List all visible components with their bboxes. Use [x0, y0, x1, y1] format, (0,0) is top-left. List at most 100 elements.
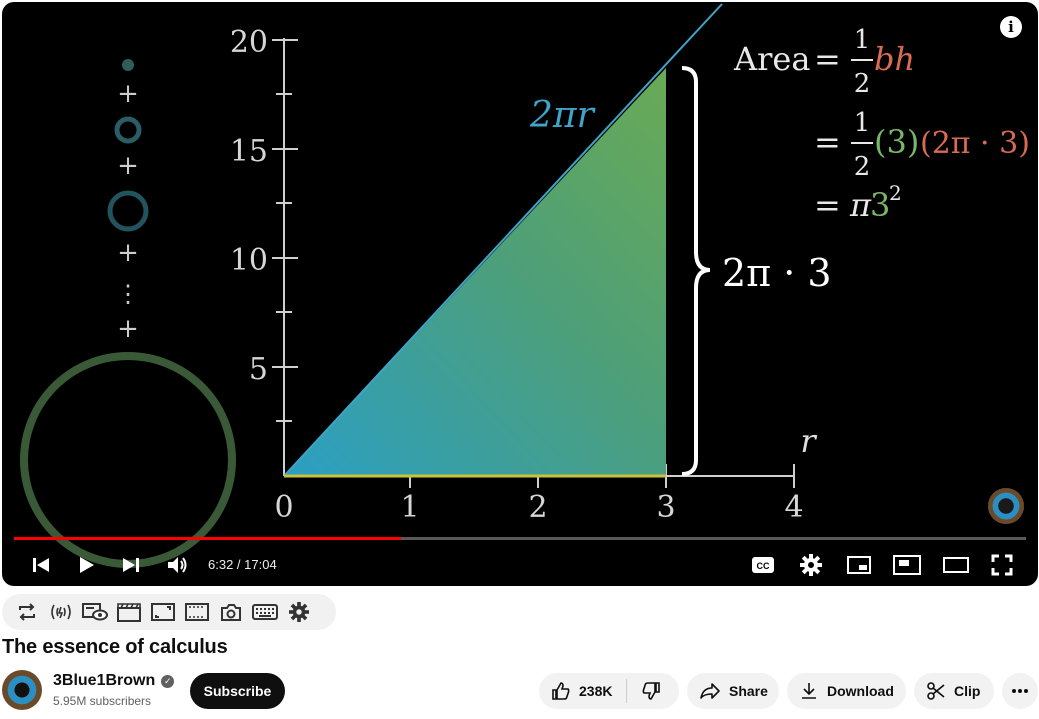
- svg-text:⋮: ⋮: [116, 280, 140, 308]
- share-button[interactable]: Share: [687, 673, 779, 709]
- like-count: 238K: [579, 683, 613, 699]
- y-tick-15: 15: [230, 134, 268, 169]
- eq3-equals: =: [814, 186, 841, 224]
- share-label: Share: [729, 683, 768, 699]
- eq1-equals: =: [814, 40, 841, 78]
- theater-icon: [943, 557, 969, 573]
- channel-watermark[interactable]: [988, 488, 1024, 524]
- like-button[interactable]: 238K: [539, 673, 626, 709]
- x-tick-0: 0: [274, 490, 293, 525]
- picture-in-picture-icon: [893, 555, 921, 575]
- hypotenuse-label: 2πr: [529, 95, 596, 136]
- theater-mode-button[interactable]: [892, 551, 922, 579]
- progress-played: [14, 537, 401, 540]
- miniplayer-icon: [847, 556, 871, 574]
- eq3-three: 3: [870, 186, 890, 224]
- more-horizontal-icon: [1012, 689, 1028, 693]
- r-axis-label: r: [800, 422, 817, 460]
- frame-icon[interactable]: [150, 601, 176, 623]
- y-tick-5: 5: [249, 352, 268, 387]
- x-tick-1: 1: [400, 490, 419, 525]
- settings-button[interactable]: [798, 551, 824, 579]
- svg-text:+: +: [117, 79, 139, 109]
- thumbs-up-icon: [552, 682, 570, 700]
- thumbs-down-icon: [643, 682, 661, 700]
- eq1-half-den: 2: [854, 69, 871, 99]
- channel-name[interactable]: 3Blue1Brown ✓: [53, 672, 175, 690]
- progress-bar[interactable]: [14, 537, 1026, 540]
- verified-icon: ✓: [161, 675, 175, 688]
- scissors-icon: [927, 682, 945, 700]
- camera-icon[interactable]: [218, 601, 244, 623]
- volume-button[interactable]: [165, 551, 191, 579]
- time-current: 6:32: [208, 557, 234, 572]
- subscriber-count: 5.95M subscribers: [53, 694, 152, 708]
- share-icon: [700, 683, 720, 699]
- eq2-three: (3): [874, 123, 919, 161]
- info-icon[interactable]: i: [1000, 16, 1022, 38]
- subscribe-button[interactable]: Subscribe: [190, 673, 285, 709]
- y-tick-20: 20: [230, 25, 268, 60]
- time-display: 6:32 / 17:04: [208, 557, 277, 572]
- clip-label: Clip: [954, 683, 981, 699]
- brace-shape: [681, 66, 711, 476]
- next-button[interactable]: [120, 551, 142, 579]
- video-player[interactable]: + + + ⋮ + 20 15 10 5 0 1 2 3 4 r 2πr 2π …: [2, 2, 1038, 586]
- fullscreen-icon: [991, 554, 1013, 576]
- area-equations: Area = 1 2 bh = 1 2 (3) (2π · 3) = π 3 2: [733, 25, 1030, 224]
- x-tick-2: 2: [528, 490, 547, 525]
- video-title: The essence of calculus: [2, 636, 228, 658]
- skip-next-icon: [123, 558, 139, 572]
- dislike-button[interactable]: [627, 673, 675, 709]
- brace-label: 2π · 3: [722, 251, 832, 295]
- eq3-pi: π: [849, 186, 872, 224]
- play-button[interactable]: [76, 551, 98, 579]
- time-separator: /: [233, 557, 245, 572]
- wireless-icon[interactable]: [48, 601, 74, 623]
- area-word: Area: [733, 40, 810, 78]
- more-actions-button[interactable]: [1002, 673, 1038, 709]
- svg-text:+: +: [117, 151, 139, 181]
- cinema-icon[interactable]: [184, 601, 210, 623]
- video-frame: + + + ⋮ + 20 15 10 5 0 1 2 3 4 r 2πr 2π …: [20, 3, 1030, 568]
- eye-screen-icon[interactable]: [82, 601, 108, 623]
- gear-icon: [800, 554, 822, 576]
- play-icon: [80, 557, 94, 573]
- loop-icon[interactable]: [14, 601, 40, 623]
- download-button[interactable]: Download: [787, 673, 906, 709]
- skip-previous-icon: [33, 558, 49, 572]
- svg-text:+: +: [117, 238, 139, 268]
- ring-sequence: + + + ⋮ +: [20, 59, 236, 568]
- wide-mode-button[interactable]: [942, 551, 970, 579]
- svg-text:CC: CC: [757, 561, 770, 571]
- clapper-icon[interactable]: [116, 601, 142, 623]
- channel-name-text[interactable]: 3Blue1Brown: [53, 672, 155, 689]
- x-tick-3: 3: [656, 490, 675, 525]
- miniplayer-button[interactable]: [845, 551, 873, 579]
- captions-button[interactable]: CC: [750, 551, 776, 579]
- eq2-half-num: 1: [854, 108, 871, 138]
- previous-button[interactable]: [30, 551, 52, 579]
- fullscreen-button[interactable]: [989, 551, 1015, 579]
- x-tick-4: 4: [784, 490, 803, 525]
- gear-icon[interactable]: [286, 601, 312, 623]
- eq1-bh: bh: [874, 40, 915, 78]
- captions-icon: CC: [752, 557, 774, 573]
- eq2-two-pi-three: (2π · 3): [920, 126, 1030, 161]
- download-label: Download: [827, 683, 894, 699]
- volume-icon: [168, 557, 187, 573]
- clip-button[interactable]: Clip: [914, 673, 994, 709]
- extension-toolbar: [2, 594, 336, 630]
- keyboard-icon[interactable]: [252, 601, 278, 623]
- y-tick-10: 10: [230, 243, 268, 278]
- player-controls: 6:32 / 17:04 CC: [2, 545, 1038, 585]
- avatar[interactable]: [2, 670, 42, 710]
- eq2-equals: =: [814, 123, 841, 161]
- svg-text:+: +: [117, 314, 139, 344]
- download-icon: [802, 683, 816, 699]
- time-total: 17:04: [244, 557, 277, 572]
- eq2-half-den: 2: [854, 152, 871, 182]
- like-dislike-group: 238K: [539, 673, 679, 709]
- eq3-exponent: 2: [889, 181, 902, 205]
- eq1-half-num: 1: [854, 25, 871, 55]
